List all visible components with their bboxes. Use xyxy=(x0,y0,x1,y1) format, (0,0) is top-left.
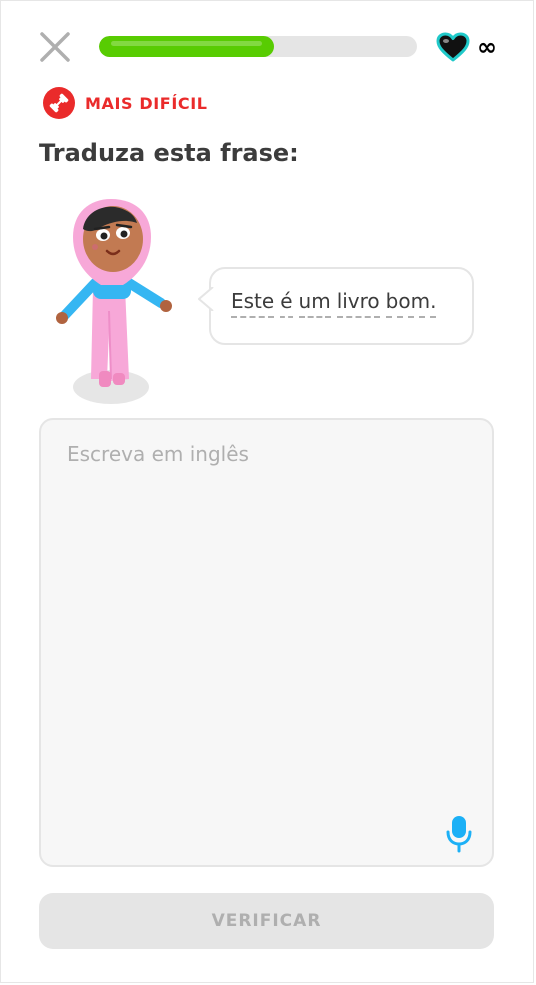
close-button[interactable] xyxy=(37,29,73,65)
sentence-word[interactable]: livro xyxy=(336,289,380,318)
dumbbell-icon xyxy=(43,87,75,119)
hearts-indicator[interactable]: ∞ xyxy=(435,31,497,63)
microphone-icon xyxy=(446,816,472,853)
app-frame: ∞ MAIS DIFÍCIL Traduza esta frase: Este … xyxy=(0,0,534,983)
sentence-word[interactable]: é xyxy=(280,289,293,318)
hard-challenge-badge: MAIS DIFÍCIL xyxy=(43,87,208,119)
character-illustration xyxy=(49,191,189,411)
instruction-title: Traduza esta frase: xyxy=(39,139,299,167)
progress-highlight xyxy=(111,41,262,46)
hearts-count: ∞ xyxy=(477,33,497,61)
answer-area xyxy=(39,418,494,867)
close-icon xyxy=(40,32,70,62)
prompt-sentence: Este é um livro bom. xyxy=(231,289,437,318)
lesson-progress-bar xyxy=(99,36,417,57)
microphone-button[interactable] xyxy=(445,814,473,854)
sentence-word[interactable]: Este xyxy=(231,289,275,318)
heart-icon xyxy=(436,32,470,62)
speech-bubble-tail xyxy=(198,287,214,311)
hard-challenge-label: MAIS DIFÍCIL xyxy=(85,93,208,113)
lesson-progress-fill xyxy=(99,36,274,57)
speech-bubble: Este é um livro bom. xyxy=(198,267,474,345)
answer-input[interactable] xyxy=(41,420,492,865)
sentence-word[interactable]: um xyxy=(298,289,331,318)
check-button[interactable]: VERIFICAR xyxy=(39,893,494,949)
sentence-word[interactable]: bom. xyxy=(385,289,437,318)
